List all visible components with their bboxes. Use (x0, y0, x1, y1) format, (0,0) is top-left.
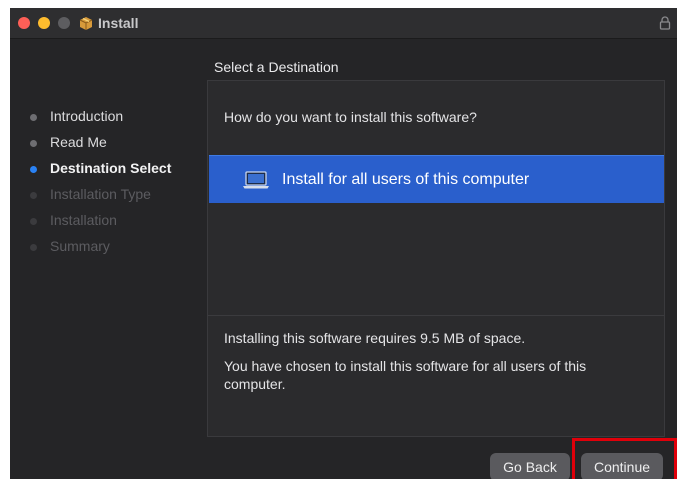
step-installation: Installation (10, 208, 210, 234)
install-scope-text: You have chosen to install this software… (224, 358, 587, 392)
zoom-window-button[interactable] (58, 17, 70, 29)
window-title: Install (98, 15, 139, 31)
step-label: Read Me (50, 134, 107, 150)
step-installation-type: Installation Type (10, 182, 210, 208)
installer-steps-sidebar: Introduction Read Me Destination Select … (10, 104, 210, 260)
step-label: Installation Type (50, 186, 151, 202)
close-window-button[interactable] (18, 17, 30, 29)
continue-button[interactable]: Continue (581, 453, 663, 479)
go-back-button[interactable]: Go Back (490, 453, 570, 479)
package-icon (79, 17, 93, 30)
step-read-me: Read Me (10, 130, 210, 156)
step-bullet (30, 244, 37, 251)
step-introduction: Introduction (10, 104, 210, 130)
panel-divider (208, 315, 664, 316)
laptop-icon (243, 171, 269, 189)
space-requirement-text: Installing this software requires 9.5 MB… (224, 330, 526, 346)
step-bullet (30, 140, 37, 147)
option-label: Install for all users of this computer (282, 171, 530, 188)
step-bullet (30, 218, 37, 225)
step-label: Destination Select (50, 160, 172, 176)
step-destination-select: Destination Select (10, 156, 210, 182)
step-summary: Summary (10, 234, 210, 260)
destination-panel: How do you want to install this software… (207, 80, 665, 437)
minimize-window-button[interactable] (38, 17, 50, 29)
install-question: How do you want to install this software… (224, 109, 477, 125)
installer-window: Install Introduction Read Me Destination… (10, 8, 677, 479)
step-label: Summary (50, 238, 110, 254)
title-bar: Install (10, 8, 677, 39)
step-label: Installation (50, 212, 117, 228)
step-label: Introduction (50, 108, 124, 124)
step-bullet (30, 114, 37, 121)
step-bullet (30, 166, 37, 173)
step-bullet (30, 192, 37, 199)
lock-icon (659, 16, 671, 30)
section-title: Select a Destination (214, 59, 339, 75)
install-for-all-users-option[interactable]: Install for all users of this computer (209, 155, 664, 203)
